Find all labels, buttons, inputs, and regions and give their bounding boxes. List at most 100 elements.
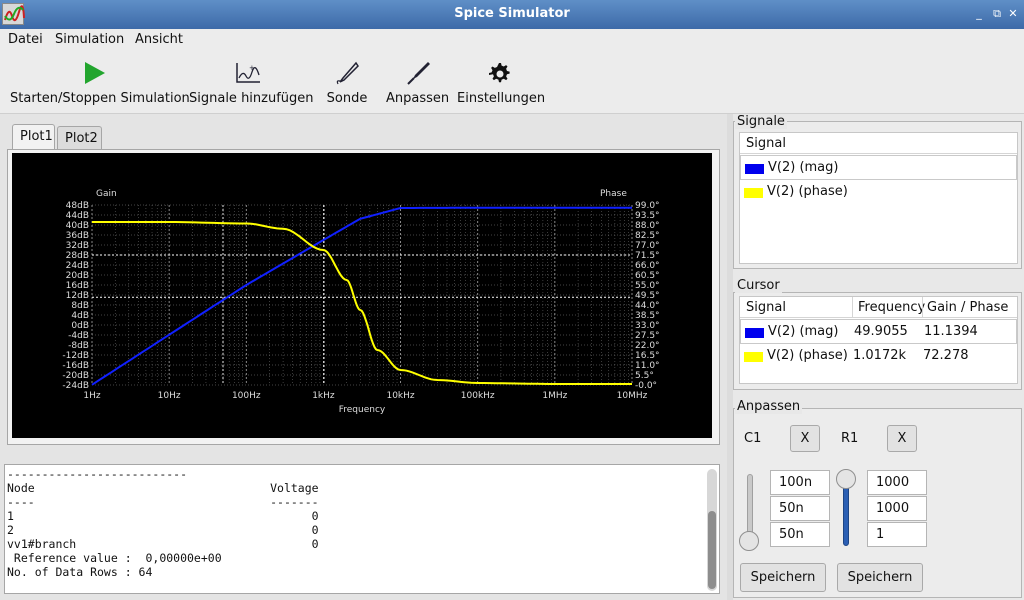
y-right-tick-label: 88.0° bbox=[635, 221, 660, 231]
signal-label: V(2) (phase) bbox=[767, 184, 848, 199]
y-right-tick-label: 55.0° bbox=[635, 281, 660, 291]
probe-button[interactable]: Sonde bbox=[325, 59, 369, 106]
add-signals-button[interactable]: + Signale hinzufügen bbox=[189, 59, 314, 106]
y-right-tick-label: 5.5° bbox=[635, 371, 654, 381]
series-line-mag bbox=[91, 206, 632, 386]
c1-min-field[interactable]: 50n bbox=[770, 522, 830, 547]
y-right-tick-label: 33.0° bbox=[635, 321, 660, 331]
y-right-tick-label: 38.5° bbox=[635, 311, 660, 321]
x-tick-label: 1kHz bbox=[312, 391, 335, 401]
menu-simulation[interactable]: Simulation bbox=[55, 32, 124, 47]
signal-color-swatch bbox=[744, 352, 763, 362]
r1-save-button[interactable]: Speichern bbox=[837, 563, 923, 592]
cursor-value: 11.1394 bbox=[924, 324, 978, 339]
x-tick-label: 10Hz bbox=[158, 391, 181, 401]
y-left-tick-label: 28dB bbox=[66, 251, 89, 261]
y-right-tick-label: 60.5° bbox=[635, 271, 660, 281]
y-right-tick-label: -0.0° bbox=[635, 381, 657, 391]
signal-item[interactable]: V(2) (mag) bbox=[740, 155, 1017, 180]
y-left-tick-label: -20dB bbox=[62, 371, 89, 381]
y-right-tick-label: 44.0° bbox=[635, 301, 660, 311]
y-right-axis-label: Phase bbox=[600, 189, 627, 199]
x-tick-label: 1Hz bbox=[83, 391, 100, 401]
y-right-tick-label: 16.5° bbox=[635, 351, 660, 361]
cursor-row[interactable]: V(2) (phase) 1.0172k 72.278 bbox=[740, 344, 1017, 369]
x-tick-label: 1MHz bbox=[542, 391, 567, 401]
y-right-tick-label: 11.0° bbox=[635, 361, 660, 371]
y-left-tick-label: 32dB bbox=[66, 241, 89, 251]
c1-value-field[interactable]: 50n bbox=[770, 496, 830, 521]
console-scroll-thumb[interactable] bbox=[708, 511, 716, 589]
x-axis-label: Frequency bbox=[339, 405, 386, 415]
y-right-tick-label: 93.5° bbox=[635, 211, 660, 221]
signal-label: V(2) (mag) bbox=[768, 160, 839, 175]
gear-icon bbox=[489, 63, 510, 83]
console-output[interactable]: -------------------------- Node Voltage … bbox=[4, 464, 720, 594]
cursor-group-title: Cursor bbox=[735, 278, 782, 293]
r1-remove-button[interactable]: X bbox=[887, 425, 917, 452]
cursor-value: 72.278 bbox=[923, 348, 969, 363]
add-signal-icon: + bbox=[235, 63, 260, 83]
y-left-tick-label: 8dB bbox=[71, 301, 89, 311]
c1-remove-button[interactable]: X bbox=[790, 425, 820, 452]
c1-label: C1 bbox=[744, 431, 762, 446]
r1-slider-handle[interactable] bbox=[836, 469, 856, 489]
r1-max-field[interactable]: 1000 bbox=[867, 470, 927, 495]
cursor-header: Signal Frequency Gain / Phase bbox=[740, 297, 1017, 318]
console-text: -------------------------- Node Voltage … bbox=[7, 467, 319, 579]
signals-group-title: Signale bbox=[735, 114, 787, 129]
maximize-button[interactable]: ⧉ bbox=[990, 7, 1004, 21]
y-left-tick-label: -24dB bbox=[62, 381, 89, 391]
y-left-axis-label: Gain bbox=[96, 189, 117, 199]
probe-label: Sonde bbox=[326, 91, 368, 106]
y-left-tick-label: 40dB bbox=[66, 221, 89, 231]
cursor-row[interactable]: V(2) (mag) 49.9055 11.1394 bbox=[740, 319, 1017, 344]
menu-ansicht[interactable]: Ansicht bbox=[135, 32, 183, 47]
x-tick-label: 10MHz bbox=[617, 391, 648, 401]
probe-icon bbox=[336, 61, 359, 85]
y-right-tick-label: 49.5° bbox=[635, 291, 660, 301]
y-right-tick-label: 82.5° bbox=[635, 231, 660, 241]
y-left-tick-label: 36dB bbox=[66, 231, 89, 241]
y-left-tick-label: 48dB bbox=[66, 201, 89, 211]
c1-save-button[interactable]: Speichern bbox=[740, 563, 826, 592]
plot-canvas[interactable]: 1Hz 10Hz 100Hz 1kHz 10kHz 100kHz 1MHz 10MHz 48dB… bbox=[12, 153, 712, 438]
signal-item[interactable]: V(2) (phase) bbox=[740, 180, 1017, 205]
r1-value-field[interactable]: 1000 bbox=[867, 496, 927, 521]
y-right-tick-label: 77.0° bbox=[635, 241, 660, 251]
signals-list[interactable]: Signal V(2) (mag) V(2) (phase) bbox=[739, 132, 1018, 264]
cursor-table[interactable]: Signal Frequency Gain / Phase V(2) (mag)… bbox=[739, 296, 1018, 384]
col-gain-phase: Gain / Phase bbox=[927, 300, 1009, 315]
minimize-button[interactable]: _ bbox=[972, 7, 986, 21]
y-left-tick-label: 20dB bbox=[66, 271, 89, 281]
settings-label: Einstellungen bbox=[457, 91, 546, 106]
col-frequency: Frequency bbox=[858, 300, 926, 315]
signal-color-swatch bbox=[745, 164, 764, 174]
close-button[interactable]: ✕ bbox=[1006, 7, 1020, 21]
signal-color-swatch bbox=[744, 188, 763, 198]
start-stop-simulation-button[interactable]: Starten/Stoppen Simulation bbox=[10, 59, 190, 106]
settings-button[interactable]: Einstellungen bbox=[457, 59, 546, 106]
y-left-tick-label: -12dB bbox=[62, 351, 89, 361]
c1-max-field[interactable]: 100n bbox=[770, 470, 830, 495]
r1-min-field[interactable]: 1 bbox=[867, 522, 927, 547]
y-right-tick-label: 22.0° bbox=[635, 341, 660, 351]
y-left-tick-label: 4dB bbox=[71, 311, 89, 321]
y-left-tick-label: 24dB bbox=[66, 261, 89, 271]
x-tick-label: 100kHz bbox=[461, 391, 495, 401]
tab-plot1[interactable]: Plot1 bbox=[12, 124, 55, 151]
start-stop-label: Starten/Stoppen Simulation bbox=[10, 91, 190, 106]
console-scrollbar[interactable] bbox=[707, 469, 717, 591]
c1-slider-handle[interactable] bbox=[739, 531, 759, 551]
y-left-tick-label: 16dB bbox=[66, 281, 89, 291]
svg-text:+: + bbox=[249, 64, 255, 72]
tune-label: Anpassen bbox=[386, 91, 450, 106]
cursor-signal: V(2) (phase) bbox=[767, 348, 848, 363]
y-left-tick-label: 0dB bbox=[71, 321, 89, 331]
bode-chart[interactable]: 1Hz 10Hz 100Hz 1kHz 10kHz 100kHz 1MHz 10MHz 48dB… bbox=[12, 153, 712, 438]
title-bar: Spice Simulator _ ⧉ ✕ bbox=[0, 0, 1024, 29]
menu-datei[interactable]: Datei bbox=[8, 32, 43, 47]
tune-button[interactable]: Anpassen bbox=[386, 59, 450, 106]
tune-icon bbox=[407, 62, 430, 85]
cursor-signal: V(2) (mag) bbox=[768, 324, 839, 339]
